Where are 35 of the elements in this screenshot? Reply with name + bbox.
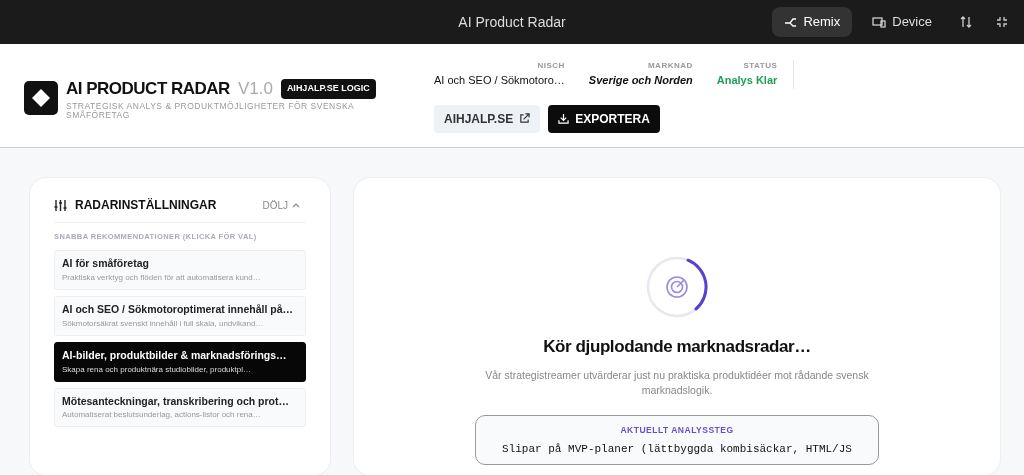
remix-button[interactable]: Remix xyxy=(772,7,853,37)
recommendation-item[interactable]: AI och SEO / Sökmotoroptimerat innehåll på… Sökmotorsäkrat svenskt innehåll i full skala, undvikand… xyxy=(54,296,306,336)
recommendation-item[interactable]: Mötesanteckningar, transkribering och prot… Automatiserat beslutsunderlag, actions-listor och rena… xyxy=(54,387,306,428)
website-link-button[interactable]: AIHJALP.SE xyxy=(434,104,541,133)
sliders-icon xyxy=(54,198,67,212)
recommendation-item[interactable]: AI-bilder, produktbilder & marknadsförings… Skapa rena och produktnära studiobilder, produktpl… xyxy=(54,341,306,382)
stat-label: STATUS xyxy=(742,60,778,72)
badge: AIHJALP.SE LOGIC xyxy=(280,79,376,99)
export-button[interactable]: EXPORTERA xyxy=(548,104,660,133)
devices-icon xyxy=(872,16,887,28)
stat-label: MARKNAD xyxy=(646,60,693,72)
stat-label: NISCH xyxy=(536,60,565,72)
branch-icon xyxy=(784,16,798,28)
version-label: V1.0 xyxy=(237,78,273,100)
radar-spinner-icon xyxy=(646,256,708,318)
step-text: Slipar på MVP-planer (lättbyggda kombisäckar, HTML/JS xyxy=(502,441,852,457)
stat-value: Sverige och Norden xyxy=(588,73,693,88)
collapse-toggle[interactable]: DÖLJ xyxy=(256,196,306,214)
chevron-icon xyxy=(292,202,300,208)
fullscreen-icon[interactable] xyxy=(996,16,1008,28)
subtitle: STRATEGISK ANALYS & PRODUKTMÖJLIGHETER FÖR SVENSKA SMÅFÖRETAG xyxy=(66,101,355,121)
external-link-icon xyxy=(519,113,531,124)
swap-icon[interactable] xyxy=(960,16,972,28)
loading-description: Vår strategistreamer utvärderar just nu praktiska produktidéer mot rådande svensk marknadslogik. xyxy=(484,367,870,399)
panel-title: RADARINSTÄLLNINGAR xyxy=(75,197,217,214)
stat-value: AI och SEO / Sökmotoro… xyxy=(434,73,565,88)
loading-heading: Kör djuplodande marknadsradar… xyxy=(543,336,811,358)
app-name: AI PRODUCT RADAR xyxy=(66,78,230,100)
logo-icon xyxy=(24,81,58,116)
download-icon xyxy=(558,113,570,124)
stat-value: Analys Klar xyxy=(716,73,778,88)
window-title: AI Product Radar xyxy=(458,13,566,30)
device-button[interactable]: Device xyxy=(860,7,944,37)
recommendation-item[interactable]: AI för småföretag Praktiska verktyg och flöden för att automatisera kund… xyxy=(54,250,306,290)
step-label: AKTUELLT ANALYSSTEG xyxy=(620,424,734,437)
